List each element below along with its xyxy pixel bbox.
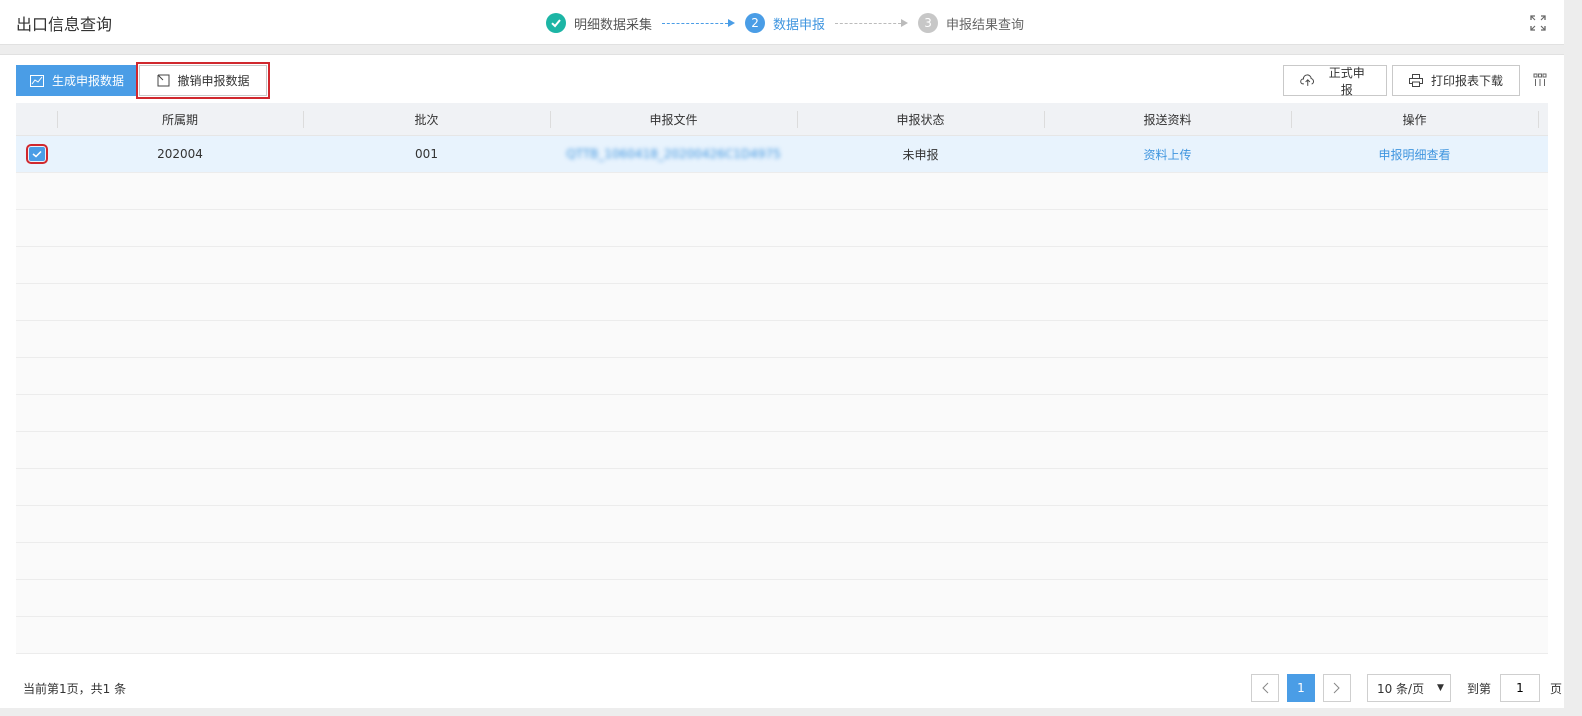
table-row[interactable]: 202004 001 QTTB_1060418_20200426C1D4975 … [16, 136, 1548, 173]
column-header: 操作 [1291, 103, 1538, 135]
table-row-empty [16, 432, 1548, 469]
page-header: 出口信息查询 明细数据采集 2 数据申报 3 申报结果查询 [0, 0, 1564, 45]
column-header: 申报状态 [797, 103, 1044, 135]
chart-icon [30, 74, 44, 87]
column-header: 报送资料 [1044, 103, 1291, 135]
fullscreen-icon[interactable] [1529, 14, 1547, 32]
button-label: 生成申报数据 [52, 74, 125, 88]
step-label: 明细数据采集 [574, 17, 653, 33]
goto-label: 到第 [1466, 681, 1491, 696]
pagination: 1 10 条/页 ▼ 到第 页 [1250, 674, 1564, 702]
table-row-empty [16, 321, 1548, 358]
table-row-empty [16, 210, 1548, 247]
cloud-upload-icon [1300, 74, 1314, 86]
column-header: 申报文件 [550, 103, 797, 135]
table-row-empty [16, 358, 1548, 395]
table-row-empty [16, 543, 1548, 580]
next-page-button[interactable] [1322, 674, 1351, 702]
main-panel: 生成申报数据 撤销申报数据 正式申报 打印报表下载 所属期 批次 申报文件 申报… [0, 54, 1564, 708]
step-result-query[interactable]: 3 申报结果查询 [918, 13, 1024, 33]
check-icon [546, 13, 566, 33]
step-arrow [835, 19, 909, 27]
page-suffix-label: 页 [1549, 681, 1562, 696]
check-icon [32, 150, 42, 158]
print-download-button[interactable]: 打印报表下载 [1392, 65, 1520, 96]
status-cell: 未申报 [902, 147, 939, 162]
chevron-right-icon [1333, 682, 1340, 694]
generate-declaration-button[interactable]: 生成申报数据 [16, 65, 139, 96]
column-header: 批次 [303, 103, 550, 135]
caret-down-icon: ▼ [1437, 683, 1444, 693]
declaration-file-link[interactable]: QTTB_1060418_20200426C1D4975 [550, 136, 797, 172]
row-checkbox[interactable] [25, 144, 48, 164]
step-data-declaration[interactable]: 2 数据申报 [745, 13, 825, 33]
goto-page-input[interactable] [1499, 674, 1540, 702]
step-number: 3 [918, 13, 939, 33]
prev-page-button[interactable] [1250, 674, 1279, 702]
button-label: 打印报表下载 [1431, 74, 1504, 88]
table-header: 所属期 批次 申报文件 申报状态 报送资料 操作 [16, 103, 1548, 136]
button-label: 正式申报 [1328, 65, 1365, 97]
batch-cell: 001 [415, 147, 438, 161]
table-row-empty [16, 247, 1548, 284]
table-row-empty [16, 617, 1548, 654]
page-size-value: 10 条/页 [1376, 681, 1425, 696]
empty-rows [16, 173, 1548, 654]
step-detail-collection[interactable]: 明细数据采集 [546, 13, 652, 33]
page-size-select[interactable]: 10 条/页 ▼ [1366, 674, 1451, 702]
step-number: 2 [745, 13, 766, 33]
table-row-empty [16, 469, 1548, 506]
toolbar-right: 正式申报 打印报表下载 [1283, 65, 1520, 97]
step-label: 申报结果查询 [946, 17, 1025, 33]
declaration-table: 所属期 批次 申报文件 申报状态 报送资料 操作 202004 001 QTTB… [16, 103, 1548, 654]
column-header: 所属期 [57, 103, 303, 135]
pagination-info: 当前第1页，共1 条 [23, 682, 127, 696]
button-label: 撤销申报数据 [177, 74, 250, 88]
table-row-empty [16, 506, 1548, 543]
revoke-declaration-button[interactable]: 撤销申报数据 [136, 62, 271, 99]
table-row-empty [16, 284, 1548, 321]
period-cell: 202004 [157, 147, 203, 161]
table-row-empty [16, 580, 1548, 617]
upload-materials-link[interactable]: 资料上传 [1044, 136, 1291, 172]
header-select [16, 103, 57, 135]
table-row-empty [16, 173, 1548, 210]
revoke-icon [157, 74, 169, 87]
row-select-cell [16, 136, 57, 172]
header-spacer [1538, 103, 1548, 135]
view-details-link[interactable]: 申报明细查看 [1291, 136, 1538, 172]
column-settings-icon[interactable] [1533, 73, 1547, 87]
step-arrow [662, 19, 736, 27]
toolbar-left: 生成申报数据 撤销申报数据 [16, 62, 271, 99]
formal-declaration-button[interactable]: 正式申报 [1283, 65, 1387, 97]
step-label: 数据申报 [773, 17, 826, 33]
chevron-left-icon [1262, 682, 1269, 694]
page-title: 出口信息查询 [16, 15, 113, 34]
printer-icon [1409, 74, 1423, 87]
page-button-current[interactable]: 1 [1286, 674, 1315, 702]
scrollbar[interactable] [1564, 0, 1582, 716]
step-progress: 明细数据采集 2 数据申报 3 申报结果查询 [546, 12, 1024, 34]
table-row-empty [16, 395, 1548, 432]
